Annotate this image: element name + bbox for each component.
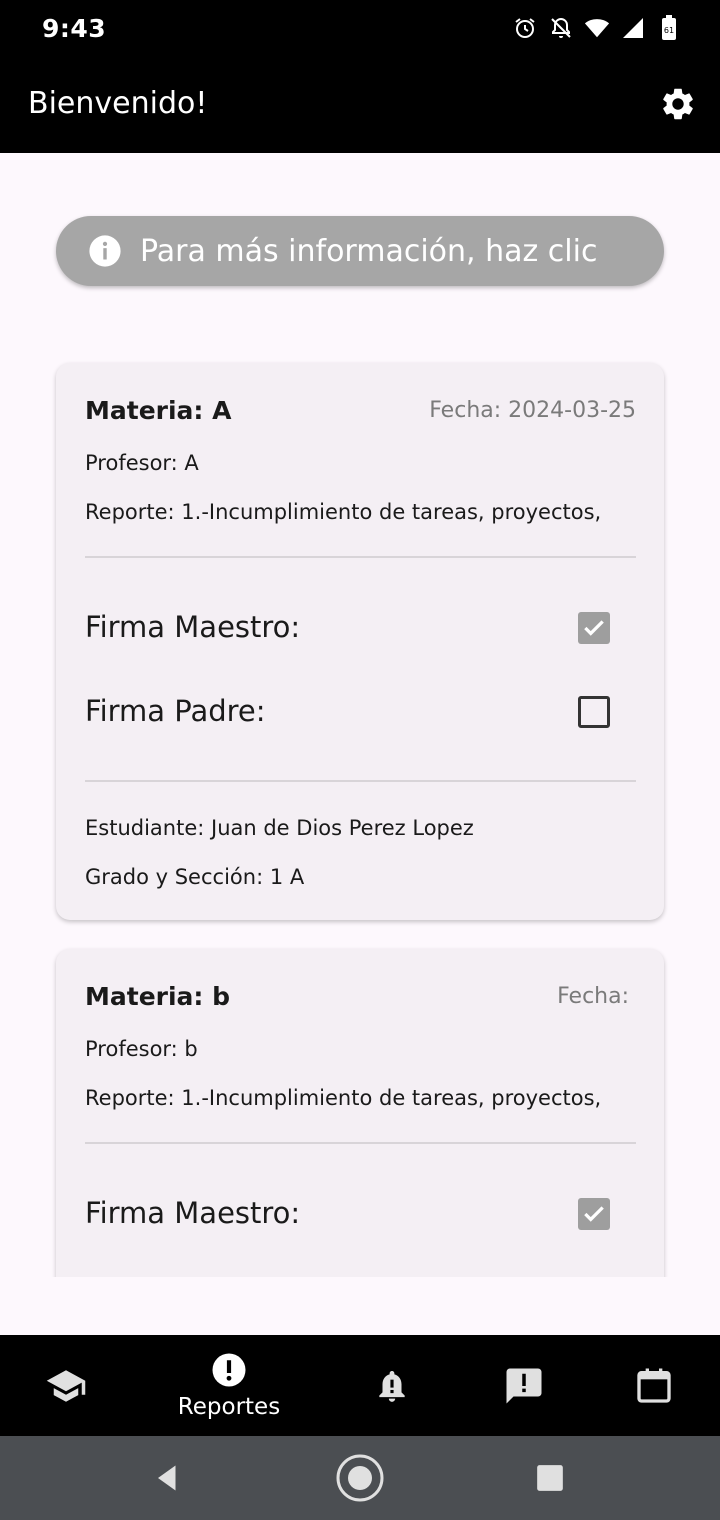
report-date: Fecha: 2024-03-25 [429,398,636,423]
system-nav-bar [0,1436,720,1520]
report-subject: Materia: A [85,396,232,425]
check-icon [584,1206,604,1222]
info-icon [88,234,122,268]
teacher-signature-checkbox[interactable] [578,612,610,644]
alarm-icon [512,14,538,42]
report-grade: Grado y Sección: 1 A [85,865,305,889]
reports-list[interactable]: Para más información, haz clic Materia: … [0,153,720,1277]
bottom-nav: Reportes [0,1335,720,1436]
wifi-icon [584,14,610,42]
signal-icon [620,14,646,42]
status-time: 9:43 [42,14,107,43]
gear-icon [663,88,693,120]
status-bar: 9:43 61 [0,0,720,56]
nav-item-notifications[interactable] [332,1335,452,1436]
back-button[interactable] [144,1454,192,1502]
report-description: Reporte: 1.-Incumplimiento de tareas, pr… [85,500,602,524]
parent-signature-checkbox[interactable] [578,696,610,728]
status-icons: 61 [512,14,682,42]
teacher-signature-label: Firma Maestro: [85,1196,301,1230]
info-banner-text: Para más información, haz clic [140,233,598,269]
divider [85,556,636,558]
nav-item-feedback[interactable] [464,1335,584,1436]
app-title: Bienvenido! [28,86,208,121]
school-icon [46,1369,86,1402]
recents-icon [537,1465,563,1491]
divider [85,1142,636,1144]
back-icon [158,1465,176,1491]
report-icon [212,1353,246,1386]
home-button[interactable] [336,1454,384,1502]
check-icon [584,620,604,636]
info-banner-button[interactable]: Para más información, haz clic [56,216,664,286]
report-teacher: Profesor: b [85,1037,198,1061]
feedback-icon [506,1368,542,1403]
svg-text:61: 61 [664,26,674,35]
calendar-icon [637,1368,671,1403]
report-description: Reporte: 1.-Incumplimiento de tareas, pr… [85,1086,602,1110]
notifications-off-icon [548,14,574,42]
report-student: Estudiante: Juan de Dios Perez Lopez [85,816,474,840]
settings-button[interactable] [658,84,698,124]
notification-alert-icon [379,1370,405,1402]
report-teacher: Profesor: A [85,451,199,475]
report-card[interactable]: Materia: b Fecha: Profesor: b Reporte: 1… [56,949,664,1277]
report-date: Fecha: [557,984,629,1009]
teacher-signature-checkbox[interactable] [578,1198,610,1230]
nav-item-reportes[interactable]: Reportes [169,1335,289,1436]
battery-icon: 61 [656,14,682,42]
nav-item-school[interactable] [6,1335,126,1436]
app-bar: Bienvenido! [0,56,720,153]
nav-label-reportes: Reportes [177,1393,281,1420]
teacher-signature-label: Firma Maestro: [85,610,301,644]
parent-signature-label: Firma Padre: [85,694,266,728]
recents-button[interactable] [526,1454,574,1502]
divider [85,780,636,782]
report-subject: Materia: b [85,982,231,1011]
nav-item-calendar[interactable] [594,1335,714,1436]
report-card[interactable]: Materia: A Fecha: 2024-03-25 Profesor: A… [56,363,664,920]
home-icon [336,1454,384,1502]
